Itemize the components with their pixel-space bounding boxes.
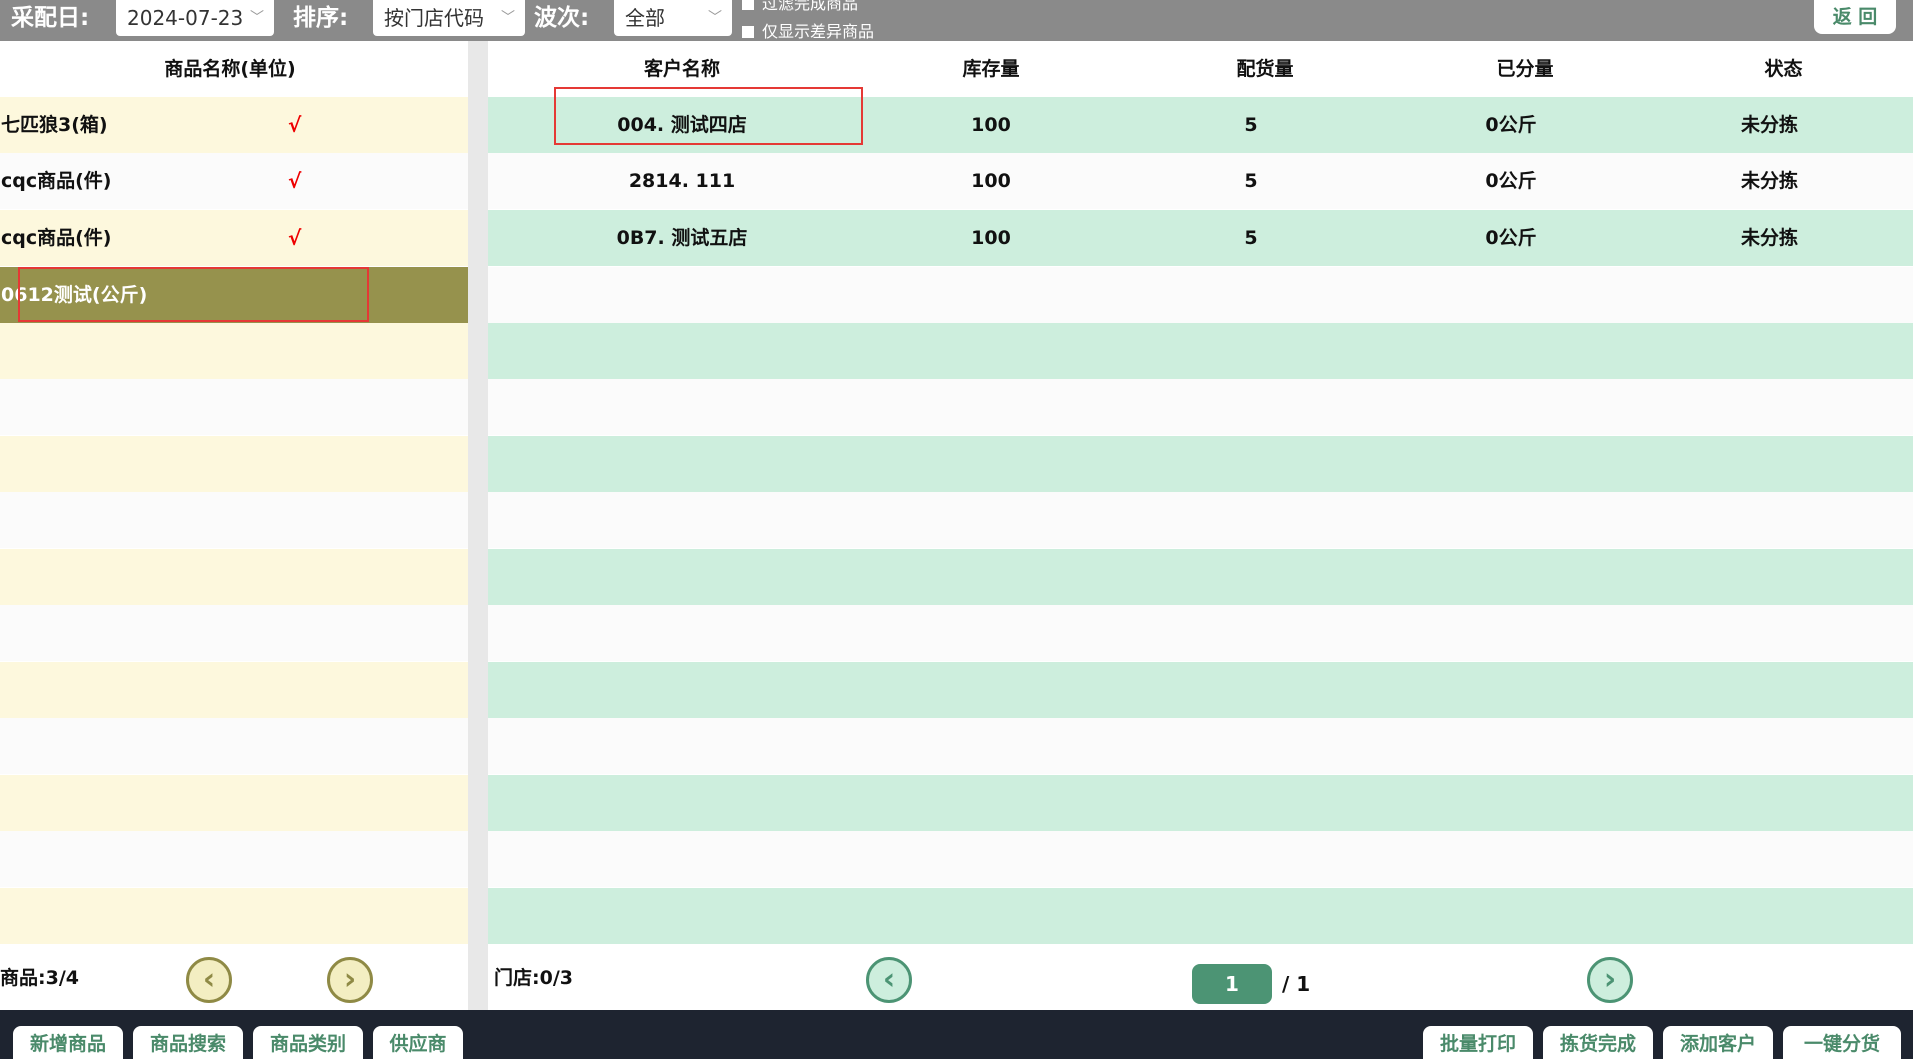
store-next-button[interactable]: › <box>1587 957 1633 1003</box>
empty-row <box>0 549 468 605</box>
table-row[interactable]: 004. 测试四店 100 5 0公斤 未分拣 <box>488 97 1913 153</box>
status: 未分拣 <box>1740 227 1798 249</box>
add-customer-button[interactable]: 添加客户 <box>1663 1026 1773 1059</box>
supplier-button[interactable]: 供应商 <box>373 1026 463 1059</box>
product-category-button[interactable]: 商品类别 <box>253 1026 363 1059</box>
empty-row <box>0 775 468 831</box>
col-header-status: 状态 <box>1764 58 1803 80</box>
sort-value: 按门店代码 <box>384 6 484 30</box>
col-header-stock: 库存量 <box>962 58 1020 80</box>
chevron-down-icon: ﹀ <box>708 10 722 26</box>
product-count: 商品:3/4 <box>0 967 79 989</box>
empty-row <box>488 492 1913 548</box>
chevron-left-icon: ‹ <box>202 962 216 997</box>
stock-qty: 100 <box>971 170 1011 192</box>
alloc-qty: 5 <box>1244 227 1258 249</box>
checkbox-box[interactable] <box>742 25 754 38</box>
empty-row <box>0 379 468 435</box>
empty-row <box>488 718 1913 774</box>
product-prev-button[interactable]: ‹ <box>186 957 232 1003</box>
only-diff-label: 仅显示差异商品 <box>762 22 875 41</box>
wave-value: 全部 <box>625 6 665 30</box>
empty-row <box>0 323 468 379</box>
table-row[interactable]: 2814. 111 100 5 0公斤 未分拣 <box>488 153 1913 209</box>
store-prev-button[interactable]: ‹ <box>866 957 912 1003</box>
wave-label: 波次: <box>534 5 590 31</box>
chevron-down-icon: ﹀ <box>501 10 515 26</box>
empty-row <box>0 888 468 944</box>
product-row[interactable]: cqc商品(件) √ <box>0 210 468 266</box>
empty-row <box>0 436 468 492</box>
product-row[interactable]: 七匹狼3(箱) √ <box>0 97 468 153</box>
done-qty: 0公斤 <box>1485 170 1537 192</box>
empty-row <box>488 831 1913 887</box>
chevron-left-icon: ‹ <box>882 962 896 997</box>
sort-select[interactable]: 按门店代码 ﹀ <box>373 0 525 36</box>
check-mark-icon: √ <box>288 113 302 137</box>
check-mark-icon: √ <box>288 226 302 250</box>
product-name: cqc商品(件) <box>1 227 112 249</box>
empty-row <box>488 549 1913 605</box>
search-product-button[interactable]: 商品搜索 <box>133 1026 243 1059</box>
empty-row <box>0 831 468 887</box>
batch-print-button[interactable]: 批量打印 <box>1423 1026 1533 1059</box>
empty-row <box>0 605 468 661</box>
status: 未分拣 <box>1740 170 1798 192</box>
date-select[interactable]: 2024-07-23 ﹀ <box>116 0 274 36</box>
done-qty: 0公斤 <box>1485 114 1537 136</box>
col-header-customer: 客户名称 <box>643 58 720 80</box>
done-qty: 0公斤 <box>1485 227 1537 249</box>
filter-done-label: 过滤完成商品 <box>762 0 859 13</box>
chevron-down-icon: ﹀ <box>250 10 264 26</box>
empty-row <box>488 775 1913 831</box>
alloc-qty: 5 <box>1244 170 1258 192</box>
page-total: / 1 <box>1282 972 1311 996</box>
wave-select[interactable]: 全部 ﹀ <box>614 0 732 36</box>
product-name: cqc商品(件) <box>1 170 112 192</box>
empty-row <box>0 662 468 718</box>
top-toolbar <box>0 0 1913 41</box>
date-label: 采配日: <box>11 5 90 31</box>
empty-row <box>488 436 1913 492</box>
empty-row <box>0 718 468 774</box>
status: 未分拣 <box>1740 114 1798 136</box>
stock-qty: 100 <box>971 114 1011 136</box>
chevron-right-icon: › <box>343 962 357 997</box>
product-next-button[interactable]: › <box>327 957 373 1003</box>
empty-row <box>488 267 1913 323</box>
product-row-selected[interactable]: 0612测试(公斤) <box>0 267 468 323</box>
empty-row <box>488 323 1913 379</box>
empty-row <box>488 662 1913 718</box>
product-name: 七匹狼3(箱) <box>1 114 108 136</box>
store-count: 门店:0/3 <box>494 967 573 989</box>
customer-name: 2814. 111 <box>628 170 736 192</box>
empty-row <box>488 379 1913 435</box>
customer-name: 0B7. 测试五店 <box>616 227 748 249</box>
table-row[interactable]: 0B7. 测试五店 100 5 0公斤 未分拣 <box>488 210 1913 266</box>
empty-row <box>0 492 468 548</box>
product-row[interactable]: cqc商品(件) √ <box>0 153 468 209</box>
page-number-input[interactable]: 1 <box>1192 964 1272 1004</box>
one-click-distribute-button[interactable]: 一键分货 <box>1783 1026 1901 1059</box>
chevron-right-icon: › <box>1603 962 1617 997</box>
date-value: 2024-07-23 <box>127 6 244 30</box>
alloc-qty: 5 <box>1244 114 1258 136</box>
sort-label: 排序: <box>293 5 349 31</box>
product-name: 0612测试(公斤) <box>1 284 148 306</box>
filter-done-checkbox[interactable]: 过滤完成商品 <box>742 0 858 12</box>
back-button[interactable]: 返 回 <box>1814 0 1896 34</box>
stock-qty: 100 <box>971 227 1011 249</box>
empty-row <box>488 605 1913 661</box>
panel-divider[interactable] <box>468 41 488 1010</box>
add-product-button[interactable]: 新增商品 <box>13 1026 123 1059</box>
product-column-header: 商品名称(单位) <box>164 58 296 80</box>
only-diff-checkbox[interactable]: 仅显示差异商品 <box>742 24 874 40</box>
picking-complete-button[interactable]: 拣货完成 <box>1543 1026 1653 1059</box>
check-mark-icon: √ <box>288 169 302 193</box>
col-header-done: 已分量 <box>1496 58 1554 80</box>
customer-name: 004. 测试四店 <box>617 114 747 136</box>
col-header-alloc: 配货量 <box>1236 58 1294 80</box>
empty-row <box>488 888 1913 944</box>
checkbox-box[interactable] <box>742 0 754 10</box>
